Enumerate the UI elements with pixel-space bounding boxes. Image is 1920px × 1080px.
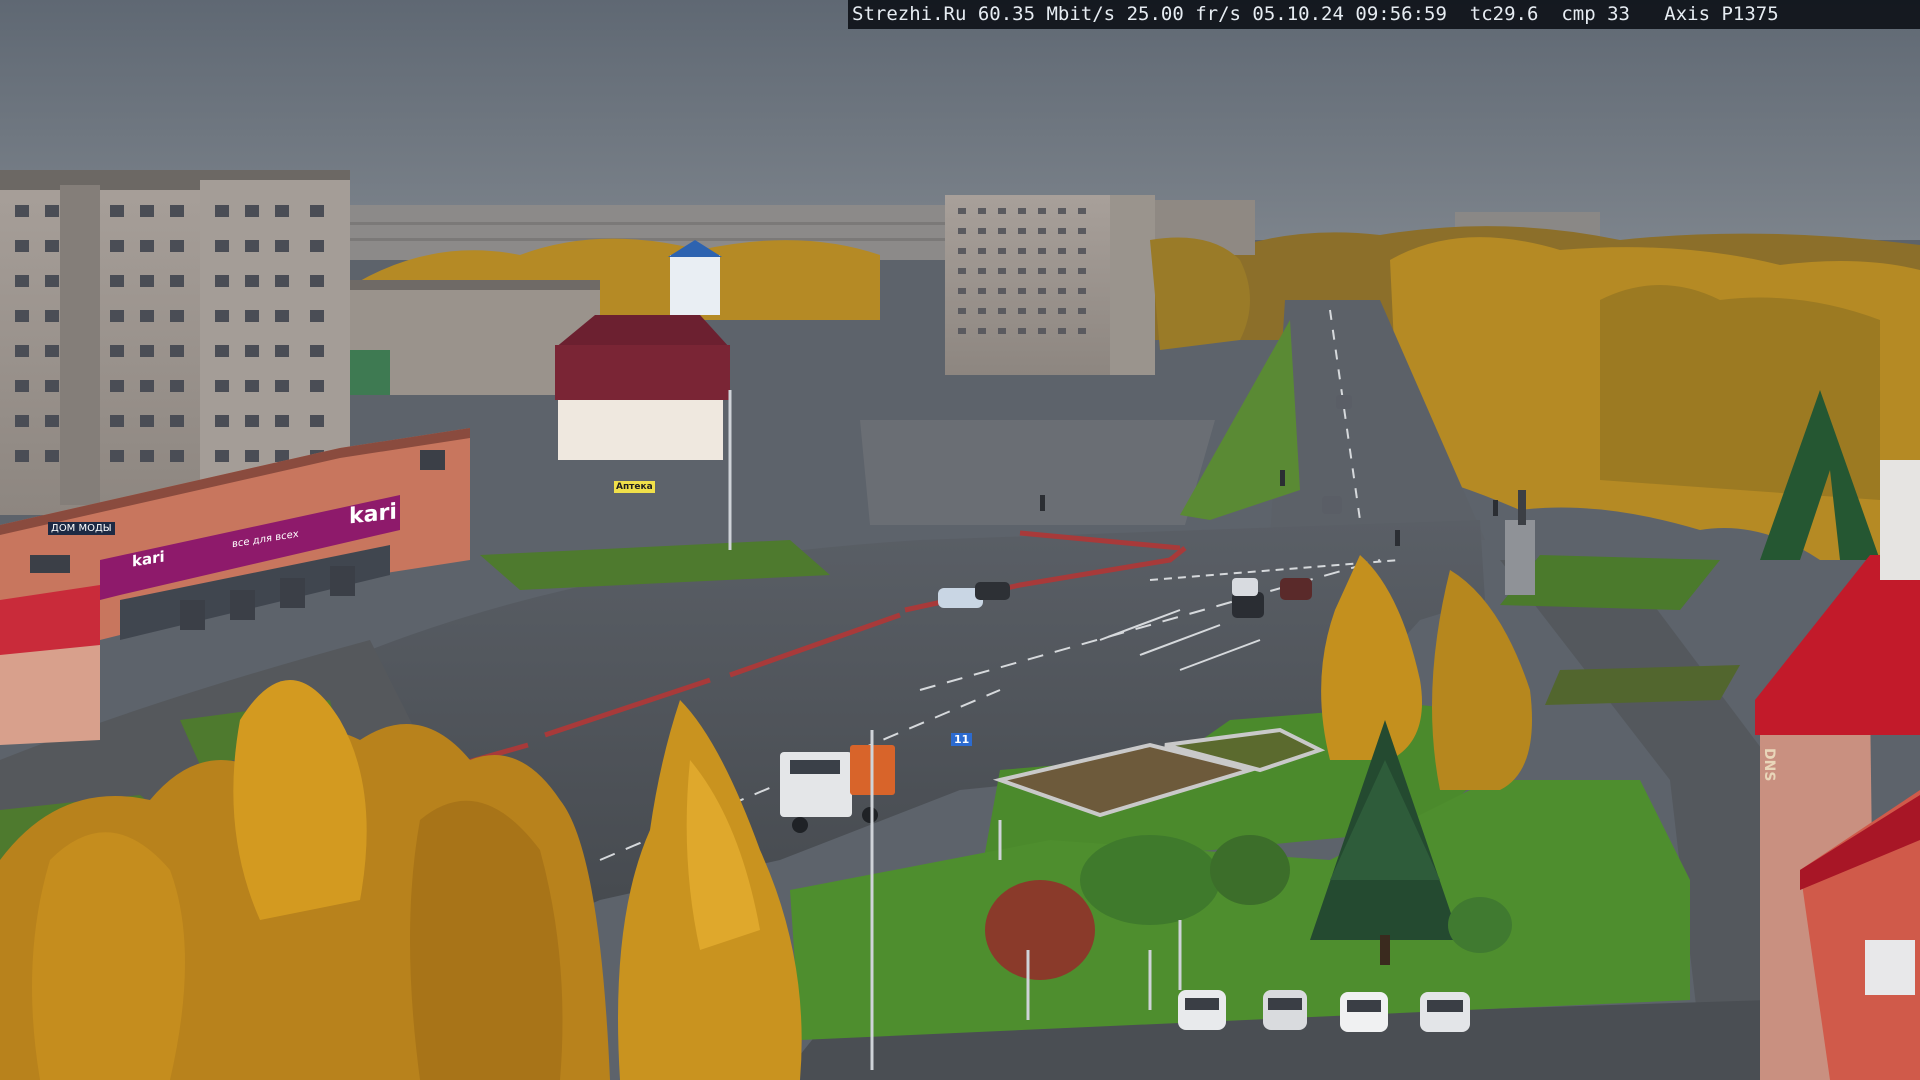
- osd-date: 05.10.24: [1252, 3, 1344, 25]
- webcam-frame: kari kari все для всех ДОМ МОДЫ Аптека 1…: [0, 0, 1920, 1080]
- dns-sign: DNS: [1761, 748, 1777, 782]
- osd-tc: tc29.6: [1469, 3, 1539, 25]
- route-sign: 11: [951, 733, 973, 746]
- osd-camera-model: Axis P1375: [1664, 3, 1779, 25]
- osd-bitrate: 60.35 Mbit/s: [977, 3, 1116, 25]
- store-plate: ДОМ МОДЫ: [48, 522, 115, 535]
- osd-time: 09:56:59: [1355, 3, 1447, 25]
- osd-cmp: cmp 33: [1561, 3, 1630, 25]
- kari-roof-sign: kari: [349, 499, 397, 530]
- pharmacy-sign: Аптека: [614, 481, 655, 493]
- osd-site: Strezhi.Ru: [852, 3, 967, 25]
- camera-osd-bar: Strezhi.Ru 60.35 Mbit/s 25.00 fr/s 05.10…: [848, 0, 1920, 29]
- osd-framerate: 25.00 fr/s: [1126, 3, 1241, 25]
